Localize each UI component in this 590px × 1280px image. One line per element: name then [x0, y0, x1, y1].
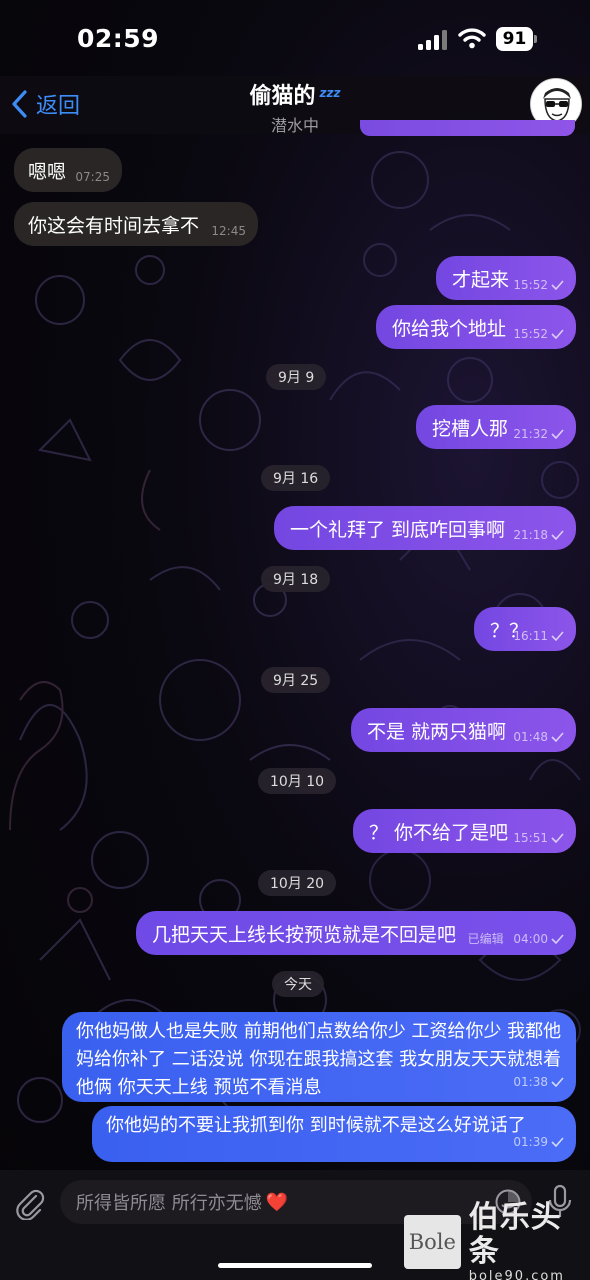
edited-label: 已编辑 — [467, 932, 504, 946]
status-bar: 02:59 91 — [0, 0, 590, 76]
date-separator: 10月 20 — [258, 870, 337, 896]
read-check-icon — [551, 1137, 564, 1147]
attachment-icon[interactable] — [14, 1186, 46, 1220]
message-bubble[interactable]: 你给我个地址 15:52 — [376, 305, 576, 349]
message-bubble[interactable]: ？？ 16:11 — [474, 607, 576, 651]
read-check-icon — [551, 833, 564, 843]
message-time: 21:32 — [513, 427, 564, 441]
message-input-text: 所得皆所愿 所行亦无憾 — [76, 1193, 262, 1214]
date-separator: 9月 16 — [261, 465, 331, 491]
sleep-badge: zzz — [319, 85, 341, 100]
read-check-icon — [551, 1077, 564, 1087]
message-text: 嗯嗯 — [28, 160, 67, 183]
read-check-icon — [551, 732, 564, 742]
read-check-icon — [551, 429, 564, 439]
watermark-url: bole90.com — [468, 1268, 565, 1280]
message-text: 你他妈做人也是失败 前期他们点数给你少 工资给你少 我都他妈给你补了 二话没说 … — [76, 1021, 562, 1098]
battery-icon: 91 — [496, 27, 538, 51]
date-separator: 9月 18 — [261, 566, 331, 592]
wifi-icon — [458, 28, 486, 49]
heart-emoji: ❤️ — [265, 1191, 289, 1213]
back-label: 返回 — [36, 94, 81, 119]
watermark: Bole 伯乐头条 bole90.com — [404, 1200, 590, 1280]
message-text: 几把天天上线长按预览就是不回是吧 — [152, 923, 457, 946]
home-indicator[interactable] — [218, 1263, 372, 1268]
message-bubble[interactable]: 才起来 15:52 — [436, 256, 576, 300]
message-text: 挖槽人那 — [432, 417, 509, 440]
message-bubble[interactable]: 不是 就两只猫啊 01:48 — [351, 708, 576, 752]
date-separator: 今天 — [272, 971, 324, 997]
watermark-name: 伯乐头条 — [468, 1199, 562, 1269]
watermark-logo: Bole — [404, 1215, 461, 1269]
message-bubble[interactable]: 你他妈做人也是失败 前期他们点数给你少 工资给你少 我都他妈给你补了 二话没说 … — [62, 1012, 576, 1102]
message-text: ？ 你不给了是吧 — [369, 821, 509, 844]
clock: 02:59 — [77, 24, 160, 53]
message-time: 01:48 — [513, 730, 564, 744]
message-text: 才起来 — [452, 268, 510, 291]
message-text: 不是 就两只猫啊 — [367, 720, 507, 743]
read-check-icon — [551, 280, 564, 290]
message-time: 12:45 — [211, 224, 246, 238]
read-check-icon — [551, 631, 564, 641]
date-separator: 9月 9 — [266, 364, 327, 390]
read-check-icon — [551, 530, 564, 540]
previous-message-edge — [360, 120, 575, 136]
read-check-icon — [551, 933, 564, 944]
message-bubble[interactable]: ？ 你不给了是吧 15:51 — [353, 809, 576, 853]
message-time: 15:52 — [513, 327, 564, 341]
message-time: 21:18 — [513, 528, 564, 542]
battery-level: 91 — [496, 27, 533, 51]
message-time: 15:51 — [513, 831, 564, 845]
message-text: 你他妈的不要让我抓到你 到时候就不是这么好说话了 — [106, 1115, 526, 1136]
message-time: 01:38 — [513, 1068, 564, 1096]
message-bubble[interactable]: 几把天天上线长按预览就是不回是吧 已编辑 04:00 — [136, 911, 576, 955]
message-time: 01:39 — [513, 1128, 564, 1156]
message-time: 15:52 — [513, 278, 564, 292]
message-time: 已编辑 04:00 — [468, 930, 564, 947]
chevron-left-icon — [12, 90, 27, 118]
cellular-signal-icon — [418, 30, 450, 50]
date-separator: 9月 25 — [261, 667, 331, 693]
read-check-icon — [551, 329, 564, 339]
message-bubble[interactable]: 挖槽人那 21:32 — [416, 405, 576, 449]
date-separator: 10月 10 — [258, 768, 337, 794]
message-time: 16:11 — [513, 629, 564, 643]
message-bubble[interactable]: 嗯嗯 07:25 — [14, 148, 122, 192]
message-text: 一个礼拜了 到底咋回事啊 — [290, 518, 506, 541]
message-time: 07:25 — [75, 170, 110, 184]
chat-title: 偷猫的 — [249, 84, 316, 109]
back-button[interactable]: 返回 — [10, 88, 80, 120]
message-text: 你这会有时间去拿不 — [28, 214, 200, 237]
message-text: 你给我个地址 — [392, 317, 507, 340]
message-bubble[interactable]: 一个礼拜了 到底咋回事啊 21:18 — [274, 506, 576, 550]
message-bubble[interactable]: 你这会有时间去拿不 12:45 — [14, 202, 258, 246]
message-bubble[interactable]: 你他妈的不要让我抓到你 到时候就不是这么好说话了 01:39 — [92, 1106, 576, 1162]
